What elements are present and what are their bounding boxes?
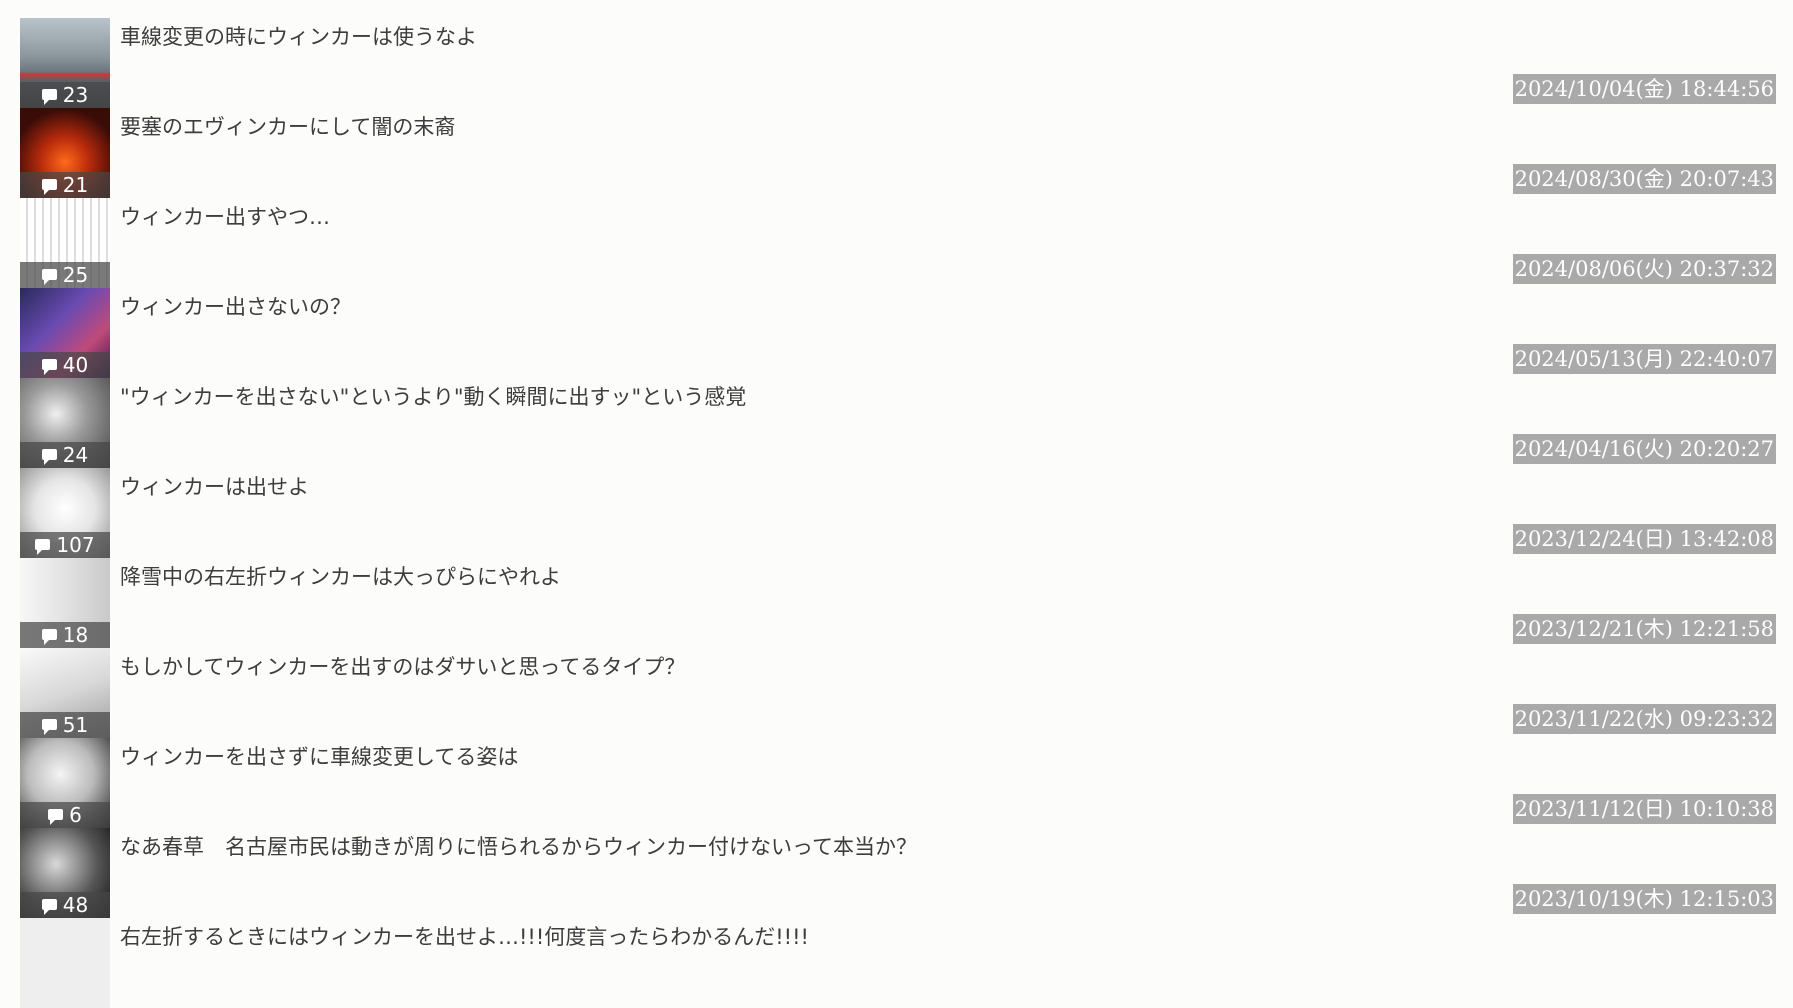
reply-count-badge: 18 — [20, 622, 110, 648]
reply-count: 25 — [62, 263, 89, 287]
thread-date: 2023/10/19(木) 12:15:03 — [1512, 884, 1776, 914]
thread-row[interactable]: 24 "ウィンカーを出さない"というより"動く瞬間に出すッ"という感覚 2024/0… — [20, 378, 1776, 468]
thread-row[interactable]: 18 降雪中の右左折ウィンカーは大っぴらにやれよ 2023/12/21(木) 12:… — [20, 558, 1776, 648]
thread-title[interactable]: もしかしてウィンカーを出すのはダサいと思ってるタイプ？ — [120, 651, 685, 681]
thread-row[interactable]: 6 ウィンカーを出さずに車線変更してる姿は 2023/11/12(日) 10:10:… — [20, 738, 1776, 828]
thread-thumbnail[interactable]: 24 — [20, 378, 110, 468]
thread-title[interactable]: なあ春草 名古屋市民は動きが周りに悟られるからウィンカー付けないって本当か？ — [120, 831, 917, 861]
thread-date: 2023/12/24(日) 13:42:08 — [1512, 524, 1776, 554]
thread-row[interactable]: 25 ウィンカー出すやつ… 2024/08/06(火) 20:37:32 — [20, 198, 1776, 288]
comment-icon — [35, 539, 51, 555]
thread-title[interactable]: ウィンカーを出さずに車線変更してる姿は — [120, 741, 518, 771]
reply-count-badge: 6 — [20, 802, 110, 828]
comment-icon — [48, 809, 64, 825]
thread-thumbnail[interactable]: 51 — [20, 648, 110, 738]
reply-count: 48 — [62, 893, 89, 917]
thread-date: 2023/11/22(水) 09:23:32 — [1512, 704, 1776, 734]
reply-count-badge: 40 — [20, 352, 110, 378]
thread-date: 2024/08/06(火) 20:37:32 — [1512, 254, 1776, 284]
thread-row[interactable]: 21 要塞のエヴィンカーにして闇の末裔 2024/08/30(金) 20:07:43 — [20, 108, 1776, 198]
thread-row[interactable]: 右左折するときにはウィンカーを出せよ…!!!何度言ったらわかるんだ!!!! — [20, 918, 1776, 1008]
thread-row[interactable]: 48 なあ春草 名古屋市民は動きが周りに悟られるからウィンカー付けないって本当か？… — [20, 828, 1776, 918]
thread-date: 2024/08/30(金) 20:07:43 — [1512, 164, 1776, 194]
thread-thumbnail[interactable]: 107 — [20, 468, 110, 558]
thread-thumbnail[interactable]: 48 — [20, 828, 110, 918]
thread-date: 2024/10/04(金) 18:44:56 — [1512, 74, 1776, 104]
reply-count: 24 — [62, 443, 89, 467]
reply-count-badge: 51 — [20, 712, 110, 738]
thread-date: 2023/11/12(日) 10:10:38 — [1512, 794, 1776, 824]
reply-count: 51 — [62, 713, 89, 737]
thumbnail-image — [20, 918, 110, 1008]
reply-count: 40 — [62, 353, 89, 377]
comment-icon — [41, 89, 57, 105]
thread-title[interactable]: 降雪中の右左折ウィンカーは大っぴらにやれよ — [120, 561, 561, 591]
comment-icon — [41, 269, 57, 285]
comment-icon — [41, 449, 57, 465]
reply-count: 6 — [69, 803, 82, 827]
reply-count-badge: 23 — [20, 82, 110, 108]
reply-count-badge: 24 — [20, 442, 110, 468]
comment-icon — [41, 359, 57, 375]
comment-icon — [41, 719, 57, 735]
thread-thumbnail[interactable]: 6 — [20, 738, 110, 828]
thread-title[interactable]: 要塞のエヴィンカーにして闇の末裔 — [120, 111, 455, 141]
comment-icon — [41, 179, 57, 195]
thread-thumbnail[interactable]: 25 — [20, 198, 110, 288]
thread-title[interactable]: "ウィンカーを出さない"というより"動く瞬間に出すッ"という感覚 — [120, 381, 746, 411]
reply-count: 107 — [56, 533, 95, 557]
thread-row[interactable]: 23 車線変更の時にウィンカーは使うなよ 2024/10/04(金) 18:44:5… — [20, 18, 1776, 108]
reply-count: 21 — [62, 173, 89, 197]
thread-date: 2024/05/13(月) 22:40:07 — [1512, 344, 1776, 374]
reply-count-badge: 25 — [20, 262, 110, 288]
comment-icon — [41, 899, 57, 915]
thread-date: 2024/04/16(火) 20:20:27 — [1512, 434, 1776, 464]
thread-thumbnail[interactable]: 21 — [20, 108, 110, 198]
thread-row[interactable]: 40 ウィンカー出さないの？ 2024/05/13(月) 22:40:07 — [20, 288, 1776, 378]
reply-count: 23 — [62, 83, 89, 107]
thread-thumbnail[interactable]: 40 — [20, 288, 110, 378]
thread-title[interactable]: 車線変更の時にウィンカーは使うなよ — [120, 21, 477, 51]
thread-title[interactable]: ウィンカー出さないの？ — [120, 291, 351, 321]
thread-row[interactable]: 107 ウィンカーは出せよ 2023/12/24(日) 13:42:08 — [20, 468, 1776, 558]
thread-list: 23 車線変更の時にウィンカーは使うなよ 2024/10/04(金) 18:44:5… — [20, 18, 1776, 1008]
thread-thumbnail[interactable]: 18 — [20, 558, 110, 648]
reply-count-badge: 107 — [20, 532, 110, 558]
reply-count-badge: 48 — [20, 892, 110, 918]
thread-row[interactable]: 51 もしかしてウィンカーを出すのはダサいと思ってるタイプ？ 2023/11/22(… — [20, 648, 1776, 738]
reply-count: 18 — [62, 623, 89, 647]
thread-thumbnail[interactable] — [20, 918, 110, 1008]
thread-title[interactable]: ウィンカーは出せよ — [120, 471, 309, 501]
thread-title[interactable]: 右左折するときにはウィンカーを出せよ…!!!何度言ったらわかるんだ!!!! — [120, 921, 809, 951]
thread-date: 2023/12/21(木) 12:21:58 — [1512, 614, 1776, 644]
reply-count-badge: 21 — [20, 172, 110, 198]
thread-title[interactable]: ウィンカー出すやつ… — [120, 201, 330, 231]
comment-icon — [41, 629, 57, 645]
thread-thumbnail[interactable]: 23 — [20, 18, 110, 108]
